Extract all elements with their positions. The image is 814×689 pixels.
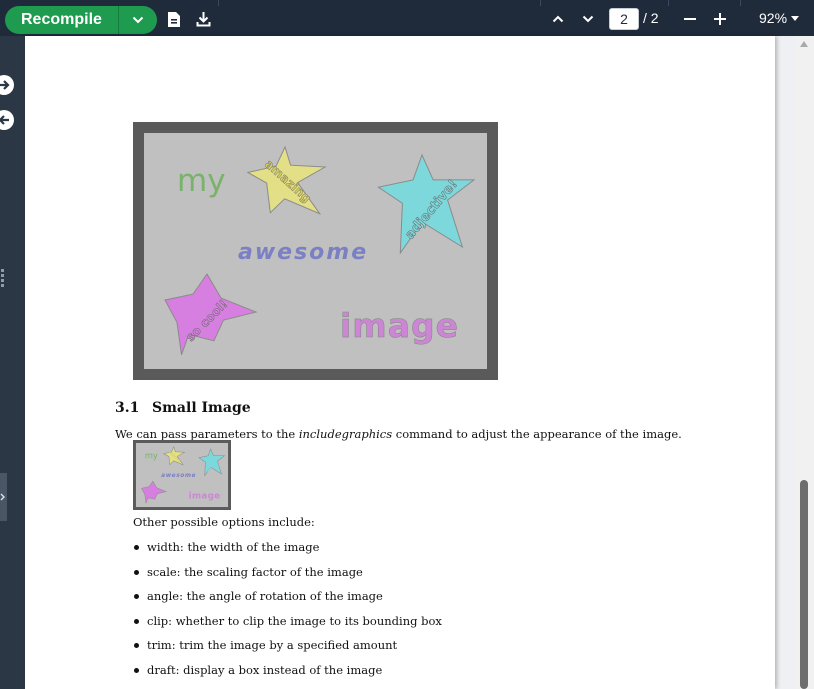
bullet [134,569,139,575]
figure-word-my: my [177,163,226,199]
previous-page-chevron-up-icon[interactable] [550,12,566,26]
sync-to-pdf-arrow-right-icon[interactable] [0,75,14,95]
zoom-dropdown[interactable]: 92% [759,10,800,26]
paragraph-text: command to adjust the appearance of the … [392,427,682,441]
list-item-text: trim: trim the image by a specified amou… [147,638,398,652]
collapse-panel-handle[interactable] [0,473,7,521]
toolbar-separator [668,0,669,6]
bullet [134,618,139,624]
scroll-up-arrow-icon[interactable] [800,41,808,47]
options-intro: Other possible options include: [133,515,315,529]
small-figure-word-my: my [145,451,158,461]
bullet [134,667,139,673]
left-gutter [0,36,25,689]
view-logs-document-icon[interactable] [166,10,182,28]
zoom-out-minus-icon[interactable] [682,12,698,26]
bullet [134,545,139,550]
section-heading: 3.1 Small Image [115,400,251,416]
paragraph-emphasis: includegraphics [298,427,393,441]
section-number: 3.1 [115,400,140,416]
options-list: width: the width of the image scale: the… [133,540,442,687]
zoom-in-plus-icon[interactable] [712,12,728,26]
paragraph: We can pass parameters to the includegra… [115,427,682,441]
section-title: Small Image [152,400,251,416]
toolbar-separator [540,0,541,6]
list-item-text: scale: the scaling factor of the image [147,564,363,579]
next-page-chevron-down-icon[interactable] [580,12,596,26]
list-item: width: the width of the image [133,540,442,565]
list-item-text: draft: display a box instead of the imag… [147,662,383,677]
list-item: scale: the scaling factor of the image [133,565,442,590]
list-item: draft: display a box instead of the imag… [133,663,442,688]
download-pdf-icon[interactable] [195,10,211,28]
resize-handle[interactable] [1,269,4,289]
sync-to-code-arrow-left-icon[interactable] [0,110,14,130]
small-figure-image: my amazing adjective! awesome so cool! i… [133,440,231,510]
page-number-input[interactable]: 2 [609,8,639,30]
toolbar-separator [218,0,219,6]
large-figure-image: my amazing adjective! awesome so cool! i… [133,122,498,380]
zoom-level: 92% [759,10,788,26]
scrollbar-thumb[interactable] [800,480,808,689]
list-item-text: clip: whether to clip the image to its b… [147,613,442,628]
recompile-options-chevron-down-icon[interactable] [119,6,157,34]
recompile-button-group: Recompile [5,6,157,34]
list-item-text: width: the width of the image [147,540,320,554]
pdf-toolbar: Recompile 2 / 2 92% [0,0,814,36]
page-total: / 2 [643,10,659,26]
list-item: trim: trim the image by a specified amou… [133,638,442,663]
list-item: clip: whether to clip the image to its b… [133,614,442,639]
toolbar-separator [740,0,741,6]
zoom-caret-down-icon [791,15,800,21]
figure-word-awesome: awesome [238,240,368,265]
small-figure-word-image: image [189,491,221,501]
small-figure-word-awesome: awesome [161,472,196,479]
viewer-background [775,36,795,689]
list-item: angle: the angle of rotation of the imag… [133,589,442,614]
recompile-button[interactable]: Recompile [5,11,118,29]
figure-word-image: image [340,306,459,345]
bullet [134,594,139,599]
vertical-scrollbar[interactable] [795,36,814,689]
paragraph-text: We can pass parameters to the [115,427,299,441]
list-item-text: angle: the angle of rotation of the imag… [147,589,383,603]
bullet [134,643,139,648]
